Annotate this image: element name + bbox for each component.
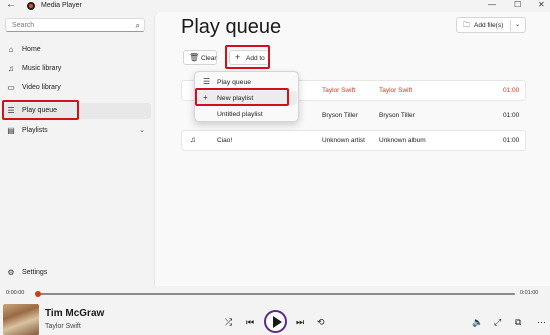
track-duration: 01:00 — [503, 112, 520, 119]
plus-icon: + — [203, 93, 208, 102]
menu-item-label: Play queue — [217, 79, 252, 86]
track-artist: Bryson Tiller — [322, 112, 358, 119]
page-title: Play queue — [181, 16, 282, 38]
play-queue-icon: ☰ — [203, 77, 211, 86]
volume-icon[interactable]: 🔈 — [472, 317, 483, 327]
search-icon[interactable]: ⌕ — [136, 21, 140, 31]
music-library-icon: ♫ — [8, 64, 14, 73]
add-files-button[interactable]: 🗀 Add file(s) ⌄ — [456, 17, 526, 33]
sidebar-item-label: Home — [22, 46, 41, 53]
add-to-label: Add to — [246, 55, 265, 62]
add-to-button[interactable]: + Add to — [229, 50, 269, 65]
album-art[interactable] — [3, 304, 39, 335]
player-bar: 0:00:00 0:01:00 Tim McGraw Taylor Swift … — [0, 286, 550, 335]
add-to-menu: ☰ Play queue + New playlist Untitled pla… — [194, 71, 299, 122]
sidebar-item-video-library[interactable]: ▭ Video library — [5, 80, 151, 96]
main-content: Play queue 🗀 Add file(s) ⌄ 🗑 Clear + Add… — [154, 12, 550, 286]
track-artist: Taylor Swift — [322, 87, 356, 94]
track-duration: 01:00 — [503, 137, 520, 144]
minimize-button[interactable]: — — [488, 0, 496, 10]
music-note-icon: ♫ — [190, 135, 196, 144]
menu-item-untitled-playlist[interactable]: Untitled playlist — [198, 107, 297, 121]
sidebar-item-home[interactable]: ⌂ Home — [5, 42, 151, 58]
add-files-label: Add file(s) — [474, 22, 504, 29]
playlists-icon: ▤ — [7, 126, 15, 135]
search-input[interactable]: Search ⌕ — [5, 18, 145, 32]
sidebar-item-label: Settings — [22, 269, 48, 276]
clear-label: Clear — [201, 55, 217, 62]
title-bar: ← Media Player — ☐ ✕ — [0, 0, 550, 12]
app-title: Media Player — [41, 2, 82, 9]
sidebar-item-label: Play queue — [22, 107, 58, 114]
seek-thumb[interactable] — [35, 291, 41, 297]
home-icon: ⌂ — [8, 45, 14, 54]
sidebar-item-settings[interactable]: ⚙ Settings — [5, 265, 151, 281]
plus-icon: + — [235, 52, 241, 62]
sidebar-item-label: Video library — [22, 84, 61, 91]
elapsed-time: 0:00:00 — [6, 290, 25, 296]
sidebar: Search ⌕ ⌂ Home ♫ Music library ▭ Video … — [0, 12, 154, 286]
next-icon[interactable]: ⏭ — [296, 317, 304, 327]
mini-player-icon[interactable]: ⧉ — [515, 317, 521, 327]
fullscreen-icon[interactable]: ⤢ — [494, 317, 501, 327]
close-button[interactable]: ✕ — [538, 0, 545, 10]
sidebar-item-music-library[interactable]: ♫ Music library — [5, 61, 151, 77]
search-placeholder: Search — [12, 22, 35, 29]
menu-item-label: Untitled playlist — [217, 111, 263, 118]
media-player-logo-icon — [27, 2, 35, 10]
folder-icon: 🗀 — [463, 22, 470, 29]
gear-icon: ⚙ — [7, 268, 15, 277]
track-album: Unknown album — [379, 137, 426, 144]
sidebar-item-playlists[interactable]: ▤ Playlists ⌄ — [5, 123, 151, 139]
track-duration: 01:00 — [503, 87, 520, 94]
sidebar-item-label: Playlists — [22, 127, 48, 134]
track-album: Bryson Tiller — [379, 112, 415, 119]
shuffle-icon[interactable]: ⤮ — [225, 317, 232, 327]
play-icon — [273, 316, 282, 328]
now-playing-artist: Taylor Swift — [45, 323, 81, 330]
track-album: Taylor Swift — [379, 87, 413, 94]
sidebar-item-label: Music library — [22, 65, 62, 72]
divider — [510, 20, 511, 31]
more-options-icon[interactable]: ⋯ — [537, 317, 546, 327]
track-artist: Unknown artist — [322, 137, 365, 144]
menu-item-new-playlist[interactable]: + New playlist — [198, 91, 297, 105]
menu-item-label: New playlist — [217, 95, 254, 102]
now-playing-title: Tim McGraw — [45, 308, 105, 319]
maximize-button[interactable]: ☐ — [514, 0, 521, 10]
chevron-down-icon[interactable]: ⌄ — [515, 21, 520, 28]
back-arrow-icon[interactable]: ← — [6, 0, 16, 10]
sidebar-item-play-queue[interactable]: ☰ Play queue — [5, 103, 151, 119]
track-title: Ciao! — [217, 137, 233, 144]
trash-icon: 🗑 — [189, 53, 200, 62]
total-time: 0:01:00 — [520, 290, 539, 296]
previous-icon[interactable]: ⏮ — [246, 317, 254, 327]
play-button[interactable] — [264, 310, 287, 333]
play-queue-icon: ☰ — [7, 106, 15, 115]
video-library-icon: ▭ — [7, 83, 15, 92]
seek-bar[interactable] — [38, 293, 515, 295]
table-row[interactable]: ♫ Ciao! Unknown artist Unknown album 01:… — [181, 130, 526, 151]
menu-item-play-queue[interactable]: ☰ Play queue — [198, 75, 297, 89]
chevron-down-icon[interactable]: ⌄ — [139, 126, 145, 134]
clear-button[interactable]: 🗑 Clear — [183, 50, 217, 65]
repeat-icon[interactable]: ⟲ — [317, 317, 325, 327]
